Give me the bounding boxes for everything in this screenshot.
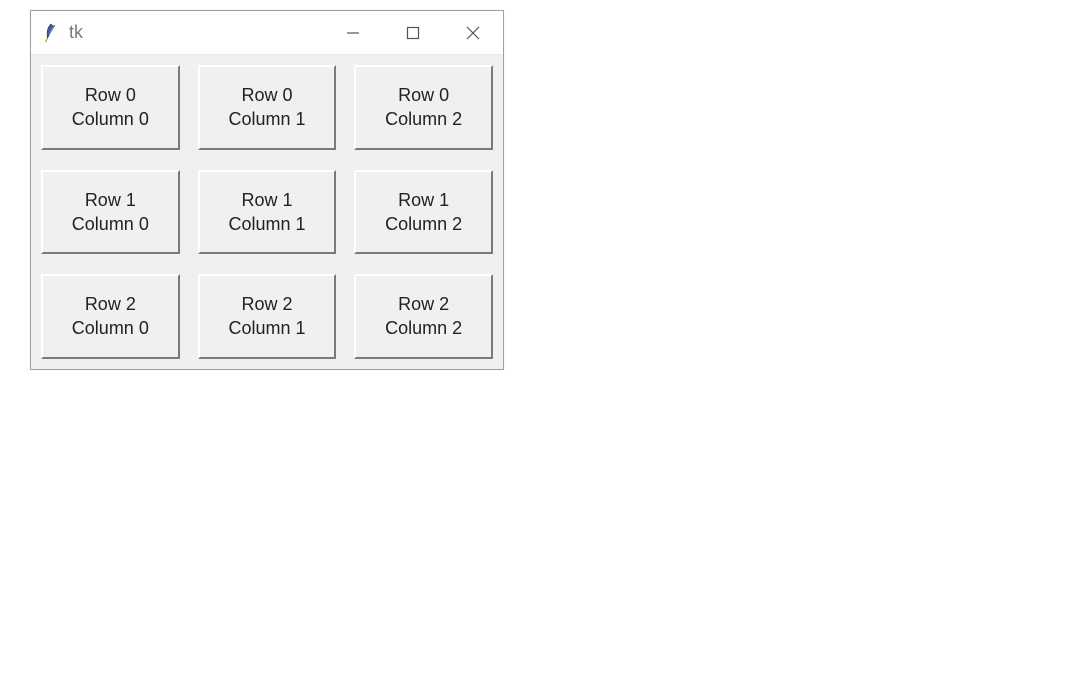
grid-button-r2c0[interactable]: Row 2 Column 0 xyxy=(41,274,180,359)
content-area: Row 0 Column 0 Row 0 Column 1 Row 0 Colu… xyxy=(31,55,503,369)
grid-button-r0c0[interactable]: Row 0 Column 0 xyxy=(41,65,180,150)
grid-button-r2c1[interactable]: Row 2 Column 1 xyxy=(198,274,337,359)
grid-button-r0c1[interactable]: Row 0 Column 1 xyxy=(198,65,337,150)
titlebar-left: tk xyxy=(41,21,83,45)
button-grid: Row 0 Column 0 Row 0 Column 1 Row 0 Colu… xyxy=(41,65,493,359)
close-button[interactable] xyxy=(443,11,503,55)
titlebar: tk xyxy=(31,11,503,55)
minimize-button[interactable] xyxy=(323,11,383,55)
window-controls xyxy=(323,11,503,54)
maximize-button[interactable] xyxy=(383,11,443,55)
grid-button-r1c2[interactable]: Row 1 Column 2 xyxy=(354,170,493,255)
feather-icon xyxy=(41,21,61,45)
app-title: tk xyxy=(69,22,83,43)
grid-button-r1c1[interactable]: Row 1 Column 1 xyxy=(198,170,337,255)
grid-button-r1c0[interactable]: Row 1 Column 0 xyxy=(41,170,180,255)
grid-button-r2c2[interactable]: Row 2 Column 2 xyxy=(354,274,493,359)
grid-button-r0c2[interactable]: Row 0 Column 2 xyxy=(354,65,493,150)
app-window: tk Row 0 Column 0 Row 0 Column 1 Row 0 C… xyxy=(30,10,504,370)
